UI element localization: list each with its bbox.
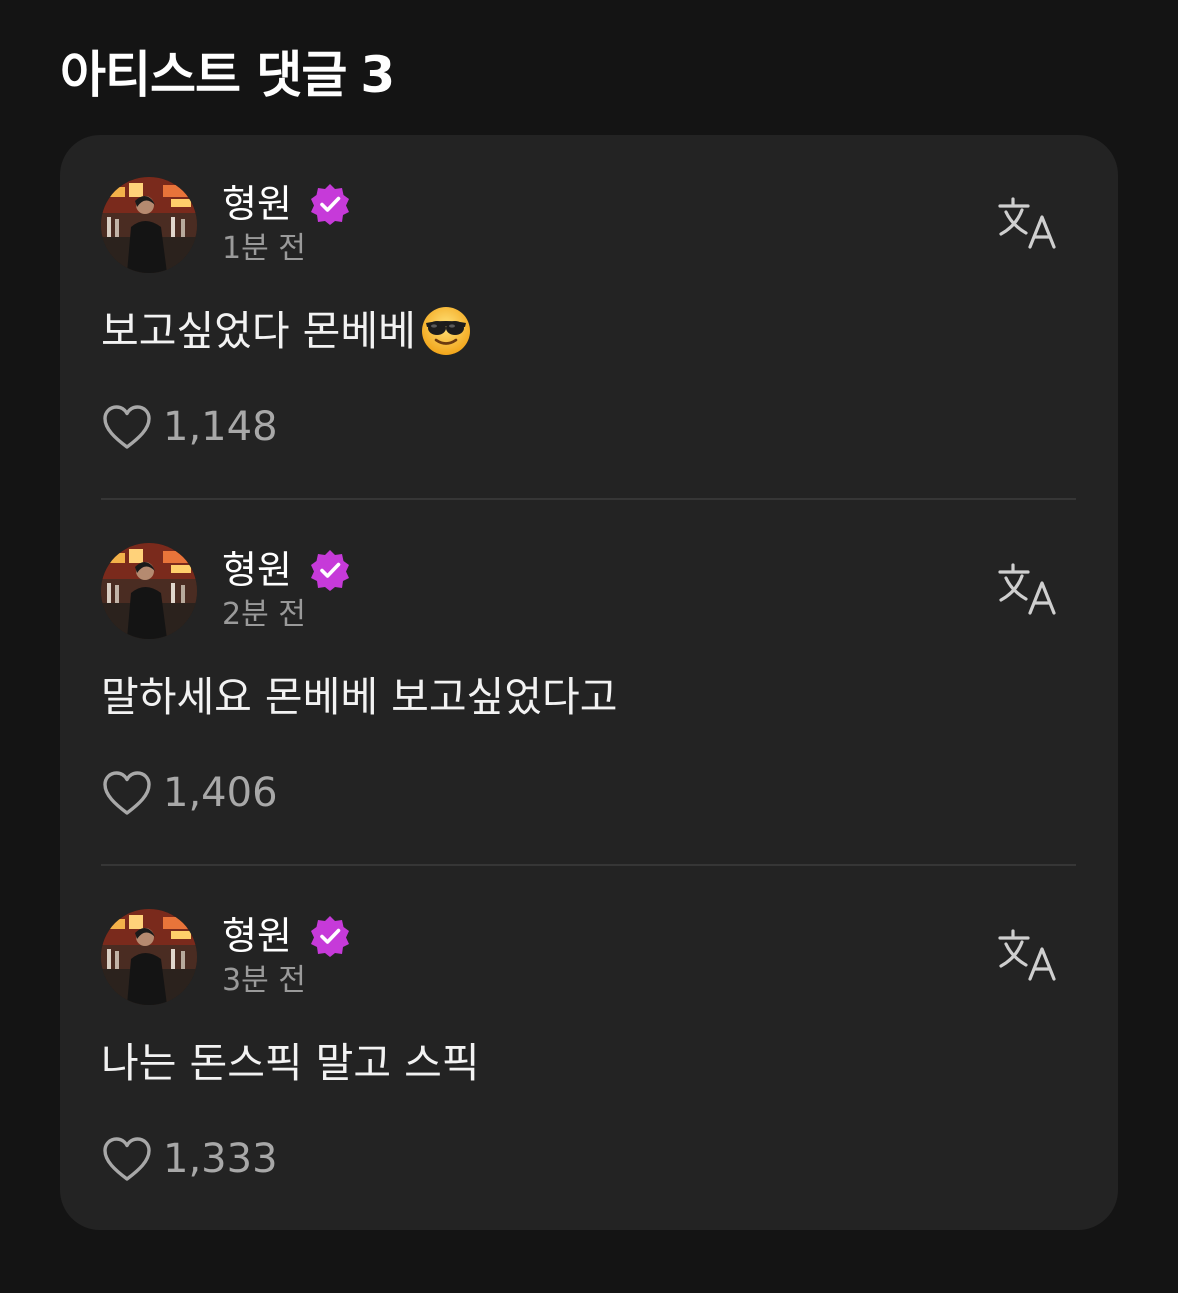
translate-button[interactable] [996,559,1062,625]
verified-badge-icon [310,916,349,957]
translate-icon [998,929,1056,981]
avatar[interactable] [101,177,197,273]
like-count: 1,406 [163,770,278,816]
like-count: 1,148 [163,404,278,450]
author-name[interactable]: 형원 [222,911,292,961]
translate-icon [998,197,1056,249]
verified-badge-icon [310,184,349,225]
like-count: 1,333 [163,1136,278,1182]
verified-badge-icon [310,550,349,591]
like-heart-icon[interactable] [101,403,153,451]
like-heart-icon[interactable] [101,769,153,817]
comment-text: 보고싶었다 몬베베 [101,307,416,355]
avatar-photo-icon [101,543,197,639]
author-name[interactable]: 형원 [222,179,292,229]
comment-timestamp: 1분 전 [222,231,306,266]
comment-text: 나는 돈스픽 말고 스픽 [101,1039,480,1087]
like-heart-icon[interactable] [101,1135,153,1183]
comment-text: 말하세요 몬베베 보고싶었다고 [101,673,618,721]
like-row: 1,406 [101,767,278,819]
avatar-photo-icon [101,177,197,273]
author-row: 형원 [222,545,352,595]
like-row: 1,148 [101,401,278,453]
comment-item: 형원 2분 전 말하세요 몬베베 보고싶었다고 1,406 [60,501,1118,867]
translate-button[interactable] [996,193,1062,259]
avatar-photo-icon [101,909,197,1005]
comment-item: 형원 1분 전 보고싶었다 몬베베 1,148 [60,135,1118,501]
translate-button[interactable] [996,925,1062,991]
avatar[interactable] [101,909,197,1005]
comment-text-row: 보고싶었다 몬베베 [101,303,472,359]
comment-timestamp: 3분 전 [222,963,306,998]
comment-count: 3 [360,46,395,104]
section-title: 아티스트 댓글 3 [60,40,395,110]
comment-text-row: 말하세요 몬베베 보고싶었다고 [101,669,617,725]
author-row: 형원 [222,911,352,961]
artist-comments-page: 아티스트 댓글 3 형원 1분 전 보고싶었다 몬베베 1,148 형원 2분 … [0,0,1178,1293]
comment-divider [101,498,1076,500]
author-name[interactable]: 형원 [222,545,292,595]
comments-card: 형원 1분 전 보고싶었다 몬베베 1,148 형원 2분 전 말하세요 몬베베… [60,135,1118,1230]
author-row: 형원 [222,179,352,229]
section-title-label: 아티스트 댓글 [60,46,347,104]
like-row: 1,333 [101,1133,278,1185]
comment-timestamp: 2분 전 [222,597,306,632]
sunglasses-emoji-icon [421,307,470,355]
translate-icon [998,563,1056,615]
comment-item: 형원 3분 전 나는 돈스픽 말고 스픽 1,333 [60,867,1118,1230]
comment-text-row: 나는 돈스픽 말고 스픽 [101,1035,480,1091]
comment-divider [101,864,1076,866]
avatar[interactable] [101,543,197,639]
